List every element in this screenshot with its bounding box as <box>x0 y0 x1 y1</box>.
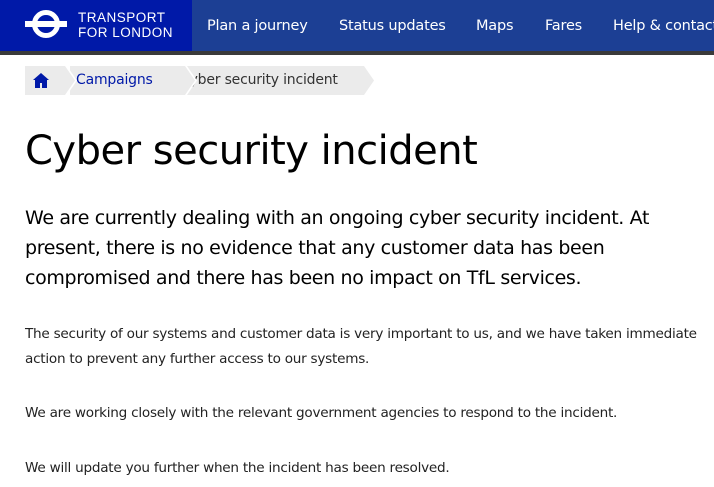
breadcrumb-arrow <box>185 66 197 95</box>
nav-fares[interactable]: Fares <box>545 18 582 34</box>
breadcrumb-campaigns-label[interactable]: Campaigns <box>76 72 153 88</box>
lead-paragraph: We are currently dealing with an ongoing… <box>25 207 650 289</box>
page-title: Cyber security incident <box>25 128 478 174</box>
tfl-roundel-icon <box>25 10 67 38</box>
breadcrumb-current: Cyber security incident <box>170 66 374 95</box>
body-paragraph: We will update you further when the inci… <box>25 460 450 476</box>
nav-help-contacts[interactable]: Help & contacts <box>613 18 714 34</box>
tfl-wordmark: TRANSPORT FOR LONDON <box>78 10 173 40</box>
breadcrumb-current-label: Cyber security incident <box>180 72 338 88</box>
nav-plan-a-journey[interactable]: Plan a journey <box>207 18 308 34</box>
breadcrumb-arrow <box>364 66 374 95</box>
breadcrumb-campaigns[interactable]: Campaigns <box>70 66 197 95</box>
body-paragraph: The security of our systems and customer… <box>25 326 697 367</box>
body-paragraph: We are working closely with the relevant… <box>25 405 618 421</box>
nav-status-updates[interactable]: Status updates <box>339 18 446 34</box>
breadcrumb-arrow <box>65 66 77 95</box>
home-icon[interactable] <box>32 72 50 89</box>
nav-maps[interactable]: Maps <box>476 18 514 34</box>
brand-line-1: TRANSPORT <box>78 10 166 25</box>
brand-line-2: FOR LONDON <box>78 25 174 40</box>
top-navigation-bar: TRANSPORT FOR LONDON Plan a journey Stat… <box>0 0 714 55</box>
tfl-home-link[interactable]: TRANSPORT FOR LONDON <box>0 0 192 51</box>
breadcrumb-home[interactable] <box>25 66 77 95</box>
